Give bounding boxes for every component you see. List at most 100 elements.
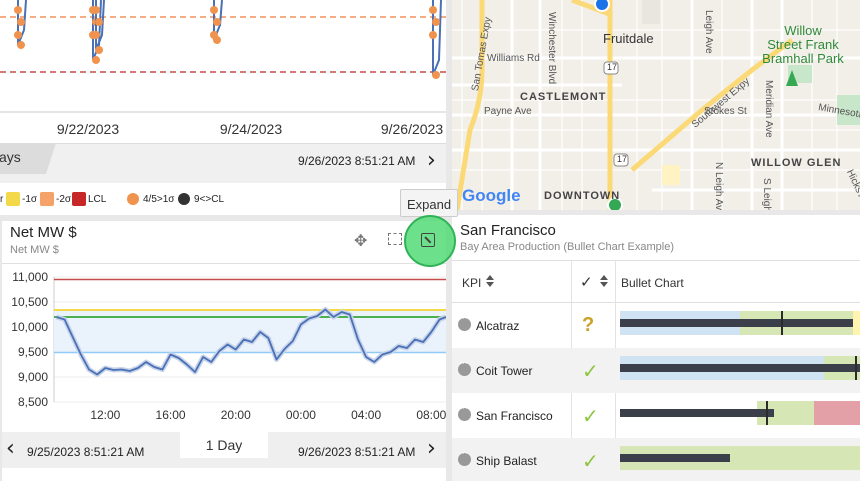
bullet-bar: [620, 409, 774, 417]
chevron-right-icon[interactable]: ›: [427, 150, 443, 172]
legend-swatch-lcl[interactable]: [72, 192, 86, 206]
bullet-target: [780, 311, 783, 335]
map-label-downtown: DOWNTOWN: [544, 190, 621, 202]
control-chart-plot: 9/22/2023 9/24/2023 9/26/2023: [0, 0, 446, 137]
panel-title: San Francisco: [460, 222, 556, 239]
control-chart-series: [14, 0, 442, 79]
legend-swatch-minus2[interactable]: [40, 192, 54, 206]
range-tab[interactable]: 1 Day: [180, 432, 268, 458]
route-shield-17: 17: [607, 62, 618, 72]
data-point[interactable]: [92, 56, 100, 64]
net-mw-panel: Net MW $ Net MW $ ✥ 11,000 10,500 10,000 9,…: [2, 221, 446, 481]
expand-icon[interactable]: [421, 233, 435, 247]
bullet-chart: [620, 393, 860, 438]
table-header: KPI ✓ Bullet Chart: [452, 260, 860, 303]
map-label-willow-glen: WILLOW GLEN: [751, 157, 842, 169]
table-row[interactable]: San Francisco ✓: [452, 393, 860, 438]
map-label-park-line: Street Frank: [767, 37, 839, 52]
x-tick: 9/24/2023: [220, 121, 282, 137]
column-header-bullet: Bullet Chart: [621, 276, 684, 290]
y-tick: 8,500: [18, 395, 48, 409]
bullet-chart: [620, 348, 860, 393]
legend-label: -2σ: [56, 194, 72, 205]
table-row[interactable]: Coit Tower ✓: [452, 348, 860, 393]
bullet-target: [766, 401, 769, 425]
panel-subtitle: Bay Area Production (Bullet Chart Exampl…: [460, 241, 674, 253]
pan-icon[interactable]: ✥: [354, 231, 367, 251]
chart-legend: r -1σ -2σ LCL 4/5>1σ 9<>CL: [0, 184, 446, 215]
map-label-payne: Payne Ave: [484, 106, 532, 117]
panel-divider: [2, 263, 446, 264]
legend-dot-rule[interactable]: [178, 193, 190, 205]
expand-tooltip: Expand: [400, 189, 458, 217]
map-label-park: Willow Street Frank Bramhall Park: [748, 24, 858, 66]
sort-icon[interactable]: [600, 275, 608, 287]
range-tab-label: ays: [0, 149, 21, 165]
map-label-park-line: Willow: [784, 23, 822, 38]
x-tick: 9/26/2023: [381, 121, 443, 137]
data-point[interactable]: [92, 31, 100, 39]
kpi-name: Alcatraz: [476, 319, 520, 333]
status-check-icon[interactable]: ✓: [580, 273, 593, 291]
data-point[interactable]: [429, 6, 437, 14]
legend-swatch-minus1[interactable]: [6, 192, 20, 206]
map-label-fruitdale: Fruitdale: [603, 31, 654, 46]
status-unknown-icon: ?: [582, 314, 595, 336]
kpi-name: Ship Balast: [476, 454, 537, 468]
kpi-name: Coit Tower: [476, 364, 533, 378]
data-point[interactable]: [432, 71, 440, 79]
x-tick: 20:00: [221, 408, 251, 422]
row-menu-icon[interactable]: [458, 447, 471, 466]
x-tick: 16:00: [156, 408, 186, 422]
legend-label: -1σ: [22, 194, 38, 205]
legend-strip: [2, 468, 446, 481]
x-tick: 00:00: [286, 408, 316, 422]
map-label-meridian: Meridian Ave: [763, 80, 774, 138]
map-label-castlemont: CASTLEMONT: [520, 91, 607, 103]
row-menu-icon[interactable]: [458, 357, 471, 376]
data-point[interactable]: [17, 41, 25, 49]
map-panel[interactable]: Fruitdale Williams Rd CASTLEMONT Payne A…: [452, 0, 860, 210]
map-label-winchester: Winchester Blvd: [546, 12, 557, 85]
sort-icon[interactable]: [486, 275, 494, 287]
y-tick: 11,000: [12, 270, 48, 284]
data-point[interactable]: [14, 6, 22, 14]
data-point[interactable]: [429, 31, 437, 39]
legend-label: 9<>CL: [194, 194, 225, 205]
data-point[interactable]: [14, 31, 22, 39]
google-logo: Google: [462, 186, 521, 205]
data-point[interactable]: [432, 18, 440, 26]
kpi-name: San Francisco: [476, 409, 553, 423]
y-tick: 9,000: [18, 370, 48, 384]
chevron-right-icon[interactable]: ›: [427, 438, 443, 460]
x-tick: 12:00: [90, 408, 120, 422]
table-row[interactable]: Alcatraz?: [452, 303, 860, 348]
legend-label: LCL: [88, 194, 107, 205]
route-shield-17: 17: [617, 154, 628, 164]
data-point[interactable]: [17, 18, 25, 26]
row-menu-icon[interactable]: [458, 402, 471, 421]
row-menu-icon[interactable]: [458, 312, 471, 331]
column-header-kpi[interactable]: KPI: [462, 276, 481, 290]
x-tick: 08:00: [416, 408, 446, 422]
panel-subtitle: Net MW $: [10, 244, 59, 256]
data-point[interactable]: [213, 18, 221, 26]
bullet-target: [855, 356, 858, 380]
zoom-select-icon[interactable]: [388, 233, 402, 245]
legend-dot-rule[interactable]: [127, 193, 139, 205]
bullet-bar: [620, 364, 860, 372]
bullet-chart: [620, 438, 860, 481]
data-point[interactable]: [210, 6, 218, 14]
data-point[interactable]: [92, 6, 100, 14]
data-point[interactable]: [213, 36, 221, 44]
data-point[interactable]: [95, 46, 103, 54]
table-row[interactable]: Ship Balast ✓: [452, 438, 860, 481]
control-chart-panel: 9/22/2023 9/24/2023 9/26/2023 ays 9/26/2…: [0, 0, 446, 215]
start-date: 9/25/2023 8:51:21 AM: [27, 445, 145, 459]
x-tick: 04:00: [351, 408, 381, 422]
data-point[interactable]: [95, 18, 103, 26]
panel-title: Net MW $: [10, 224, 77, 241]
chevron-left-icon[interactable]: ‹: [6, 438, 22, 460]
status-check-icon: ✓: [582, 361, 599, 383]
legend-label: r: [0, 194, 4, 205]
